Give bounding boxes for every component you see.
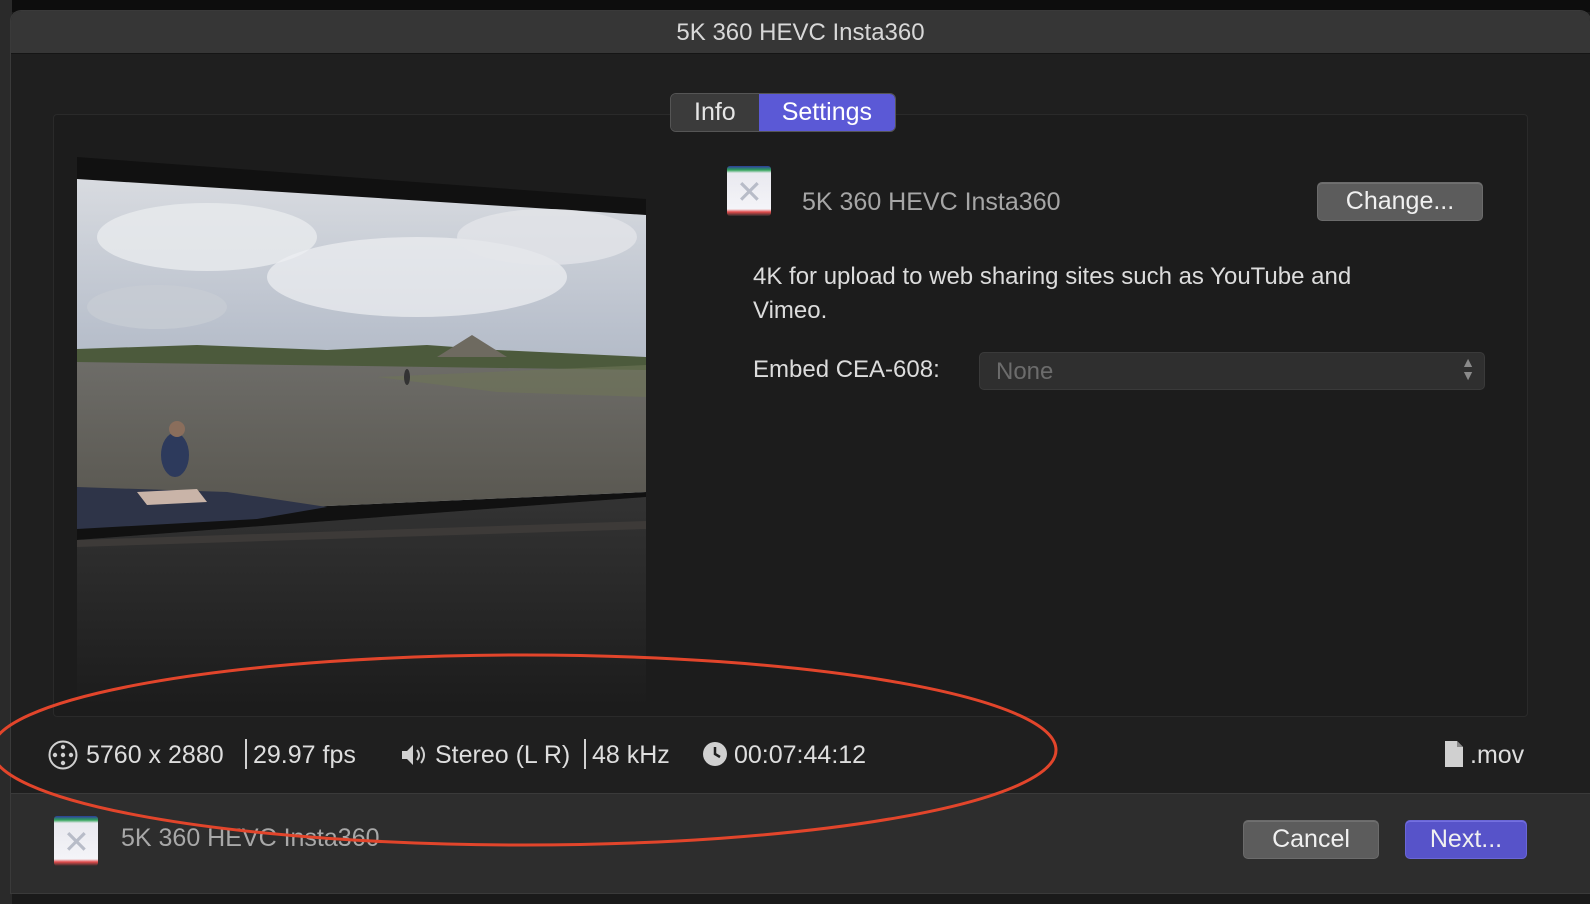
change-button[interactable]: Change... <box>1317 182 1483 221</box>
tab-info[interactable]: Info <box>671 94 759 131</box>
audio-channels-text: Stereo (L R) <box>435 741 571 769</box>
document-icon <box>1445 741 1463 767</box>
duration-text: 00:07:44:12 <box>734 741 867 769</box>
tab-switcher: Info Settings <box>670 93 897 132</box>
embed-cea608-value: None <box>996 358 1054 385</box>
embed-cea608-select[interactable]: None ▲ ▼ <box>979 352 1485 390</box>
resolution-text: 5760 x 2880 <box>86 741 224 769</box>
clock-icon <box>703 742 727 766</box>
chevron-updown-icon: ▲ ▼ <box>1461 354 1475 383</box>
footer-bar: 5K 360 HEVC Insta360 Cancel Next... <box>11 793 1590 893</box>
video-preview-thumbnail <box>77 157 646 707</box>
divider <box>245 739 247 769</box>
preset-details: 5K 360 HEVC Insta360 Change... 4K for up… <box>723 166 1493 426</box>
footer-preset-name: 5K 360 HEVC Insta360 <box>121 824 380 852</box>
speaker-icon <box>402 745 425 765</box>
compressor-icon <box>727 166 771 216</box>
sample-rate-text: 48 kHz <box>592 741 670 769</box>
cancel-button[interactable]: Cancel <box>1243 820 1379 859</box>
next-button[interactable]: Next... <box>1405 820 1527 859</box>
file-extension-text: .mov <box>1470 741 1525 769</box>
tab-settings[interactable]: Settings <box>758 94 896 131</box>
divider <box>584 739 586 769</box>
frame-rate-text: 29.97 fps <box>253 741 356 769</box>
preset-description: 4K for upload to web sharing sites such … <box>753 263 1352 324</box>
share-dialog: 5K 360 HEVC Insta360 Info Settings ✕ 5K … <box>11 11 1590 893</box>
vr-360-icon <box>48 740 78 770</box>
embed-cea608-label: Embed CEA-608: <box>753 356 940 383</box>
preset-name: 5K 360 HEVC Insta360 <box>802 188 1061 216</box>
window-title: 5K 360 HEVC Insta360 <box>11 11 1590 54</box>
compressor-icon <box>54 816 98 866</box>
